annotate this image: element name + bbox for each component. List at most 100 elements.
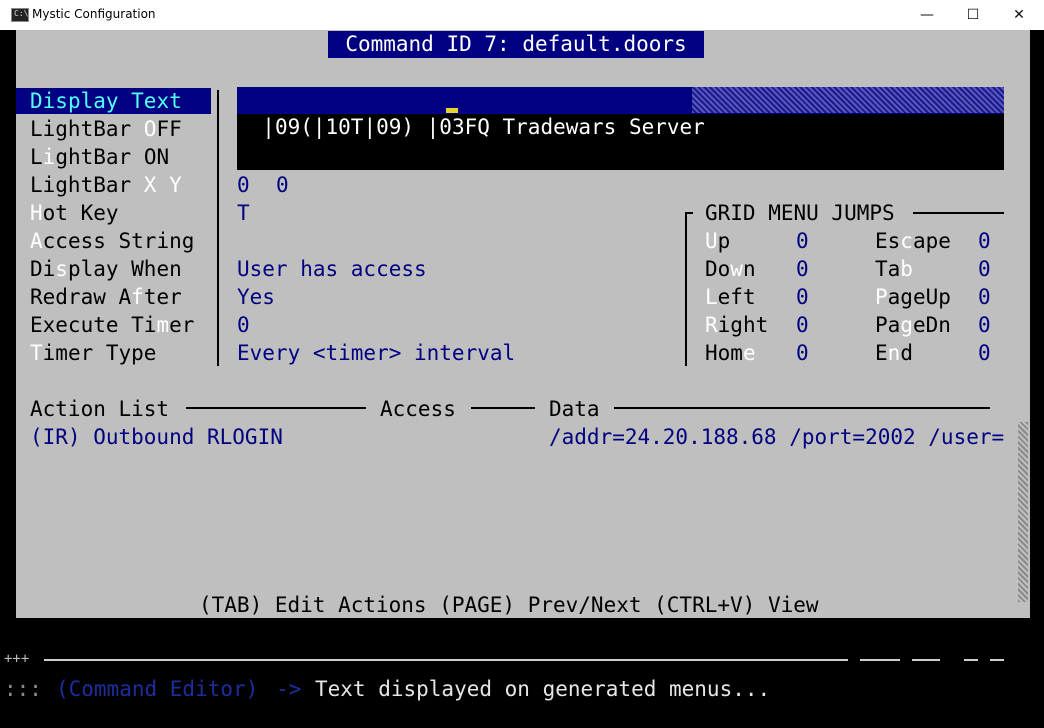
grid-jump-label[interactable]: Home — [705, 339, 756, 367]
field-label[interactable]: Timer Type — [30, 339, 156, 367]
grid-label-text: p — [717, 229, 731, 253]
grid-jump-label[interactable]: PageDn — [875, 311, 951, 339]
grid-label-text: ape — [912, 229, 951, 253]
display-text-value: |09(|10T|09) |03FQ Tradewars Server — [262, 115, 705, 139]
field-label-text: LightBar — [30, 173, 144, 197]
status-corner: +++ — [4, 651, 30, 667]
field-label[interactable]: Redraw After — [30, 283, 182, 311]
field-hotkey-letter: D — [30, 89, 43, 113]
minimize-button[interactable]: — — [904, 0, 950, 30]
grid-jump-label[interactable]: Up — [705, 227, 730, 255]
action-header-rule-3 — [614, 407, 990, 409]
data-header: Data — [549, 397, 600, 421]
maximize-button[interactable]: ☐ — [950, 0, 996, 30]
console-app-icon: C:\ — [11, 8, 29, 22]
field-label-text: ccess String — [42, 229, 195, 253]
grid-jump-value[interactable]: 0 — [796, 283, 809, 311]
grid-hotkey-letter: e — [742, 341, 756, 365]
grid-label-text: E — [875, 341, 888, 365]
grid-label-text: Es — [875, 229, 901, 253]
field-hotkey-letter: A — [30, 229, 43, 253]
access-header: Access — [380, 397, 456, 421]
timer-type-value[interactable]: Every <timer> interval — [237, 339, 515, 367]
field-label[interactable]: Execute Timer — [30, 311, 194, 339]
status-rule-3 — [912, 659, 940, 661]
window-titlebar: C:\ Mystic Configuration — ☐ ✕ — [0, 0, 1044, 30]
grid-jump-label[interactable]: Tab — [875, 255, 913, 283]
grid-jump-value[interactable]: 0 — [978, 283, 991, 311]
grid-jump-label[interactable]: End — [875, 339, 913, 367]
field-label[interactable]: Display When — [30, 255, 182, 283]
grid-label-text: Pa — [875, 313, 901, 337]
display-when-value[interactable]: User has access — [237, 255, 427, 283]
grid-jump-value[interactable]: 0 — [796, 255, 809, 283]
grid-jump-value[interactable]: 0 — [978, 311, 991, 339]
field-label[interactable]: Display Text — [30, 87, 182, 115]
field-label-text: isplay Text — [42, 89, 182, 113]
action-row-action[interactable]: (IR) Outbound RLOGIN — [30, 423, 283, 451]
field-label-text: L — [30, 145, 43, 169]
field-label[interactable]: LightBar OFF — [30, 115, 182, 143]
grid-label-text: ight — [717, 313, 769, 337]
status-prefix: ::: — [4, 677, 42, 701]
field-label-text: er — [169, 313, 195, 337]
field-hotkey-letter: s — [55, 257, 68, 281]
display-text-fill — [692, 87, 1004, 113]
grid-jump-value[interactable]: 0 — [796, 339, 809, 367]
lightbar-y-value[interactable]: 0 — [276, 171, 289, 199]
grid-label-text: eDn — [912, 313, 951, 337]
redraw-after-value[interactable]: Yes — [237, 283, 275, 311]
grid-jump-label[interactable]: PageUp — [875, 283, 951, 311]
lightbar-x-value[interactable]: 0 — [237, 171, 250, 199]
action-row-data[interactable]: /addr=24.20.188.68 /port=2002 /user= — [549, 423, 1016, 451]
grid-jump-value[interactable]: 0 — [796, 311, 809, 339]
grid-hotkey-letter: U — [705, 229, 718, 253]
footer-hint: (TAB) Edit Actions (PAGE) Prev/Next (CTR… — [199, 593, 819, 617]
status-message: Text displayed on generated menus... — [315, 677, 771, 701]
field-hotkey-letter: X Y — [143, 173, 182, 197]
grid-jump-label[interactable]: Left — [705, 283, 756, 311]
field-hotkey-letter: i — [42, 145, 56, 169]
hot-key-value[interactable]: T — [237, 199, 250, 227]
field-label[interactable]: Hot Key — [30, 199, 119, 227]
field-hotkey-letter: f — [131, 285, 144, 309]
grid-hotkey-letter: L — [705, 285, 718, 309]
text-cursor — [446, 108, 458, 113]
scrollbar-thumb[interactable] — [1018, 422, 1028, 602]
field-label-text: FF — [156, 117, 182, 141]
field-label[interactable]: Access String — [30, 227, 194, 255]
status-rule-1 — [44, 659, 848, 661]
action-list-header: Action List — [30, 397, 170, 421]
grid-jump-label[interactable]: Escape — [875, 227, 951, 255]
close-button[interactable]: ✕ — [996, 0, 1042, 30]
grid-jump-value[interactable]: 0 — [978, 255, 991, 283]
grid-jump-value[interactable]: 0 — [796, 227, 809, 255]
grid-jump-label[interactable]: Down — [705, 255, 756, 283]
grid-jump-value[interactable]: 0 — [978, 339, 991, 367]
action-header-rule-2 — [471, 407, 535, 409]
grid-frame-left — [685, 212, 687, 366]
grid-label-text: eft — [717, 285, 756, 309]
window-title: Mystic Configuration — [32, 7, 156, 21]
status-rule-2 — [860, 659, 900, 661]
field-label[interactable]: LightBar X Y — [30, 171, 182, 199]
execute-timer-value[interactable]: 0 — [237, 311, 250, 339]
console-icon-text: C:\ — [14, 9, 29, 18]
field-label-text: LightBar — [30, 117, 144, 141]
status-arrow: -> — [276, 677, 302, 701]
action-header-rule-1 — [186, 407, 366, 409]
grid-label-text: n — [742, 257, 756, 281]
grid-label-text: Ta — [875, 257, 901, 281]
field-hotkey-letter: H — [30, 201, 43, 225]
field-label-text: Execute Ti — [30, 313, 157, 337]
grid-hotkey-letter: P — [875, 285, 888, 309]
grid-jump-value[interactable]: 0 — [978, 227, 991, 255]
field-label-text: Di — [30, 257, 56, 281]
field-label-text: imer Type — [42, 341, 157, 365]
grid-jump-label[interactable]: Right — [705, 311, 768, 339]
field-hotkey-letter: T — [30, 341, 43, 365]
field-label[interactable]: LightBar ON — [30, 143, 169, 171]
status-rule-4 — [964, 659, 978, 661]
grid-menu-title: GRID MENU JUMPS — [705, 201, 895, 225]
grid-label-text: ageUp — [887, 285, 951, 309]
